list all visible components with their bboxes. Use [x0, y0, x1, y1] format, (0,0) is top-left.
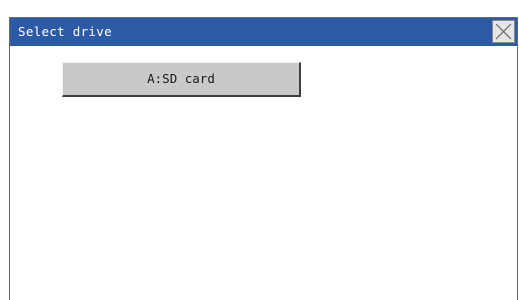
drive-button-label: A:SD card: [147, 71, 215, 86]
close-button[interactable]: [492, 20, 515, 43]
dialog-title: Select drive: [18, 24, 112, 39]
title-bar: Select drive: [10, 18, 517, 46]
select-drive-dialog: Select drive A:SD card: [9, 17, 518, 300]
close-x-icon: [495, 23, 512, 40]
drive-a-sd-card-button[interactable]: A:SD card: [62, 62, 301, 97]
